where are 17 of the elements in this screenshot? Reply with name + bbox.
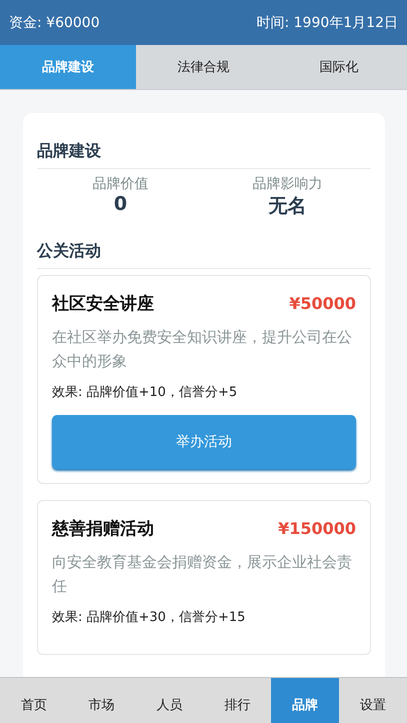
activity-cost: ¥50000 (289, 294, 356, 313)
section-title: 品牌建设 (37, 141, 371, 169)
date-label: 时间: 1990年1月12日 (256, 14, 398, 32)
stat-label: 品牌价值 (92, 175, 148, 193)
nav-item[interactable]: 品牌 (271, 678, 340, 723)
stat-label: 品牌影响力 (252, 175, 322, 193)
activity-effect: 效果: 品牌价值+30，信誉分+15 (52, 609, 246, 626)
stat-value: 无名 (268, 194, 306, 219)
funds-label: 资金: ¥60000 (9, 14, 100, 32)
activity-effect: 效果: 品牌价值+10，信誉分+5 (52, 384, 238, 401)
activity-cost: ¥150000 (278, 519, 356, 538)
section-title: 公关活动 (37, 241, 371, 269)
activity-description: 在社区举办免费安全知识讲座，提升公司在公众中的形象 (52, 327, 353, 372)
stat-value: 0 (114, 193, 128, 215)
activity-description: 向安全教育基金会捐赠资金，展示企业社会责任 (52, 552, 353, 597)
activity-name: 慈善捐赠活动 (52, 518, 154, 540)
activity-name: 社区安全讲座 (52, 293, 154, 315)
